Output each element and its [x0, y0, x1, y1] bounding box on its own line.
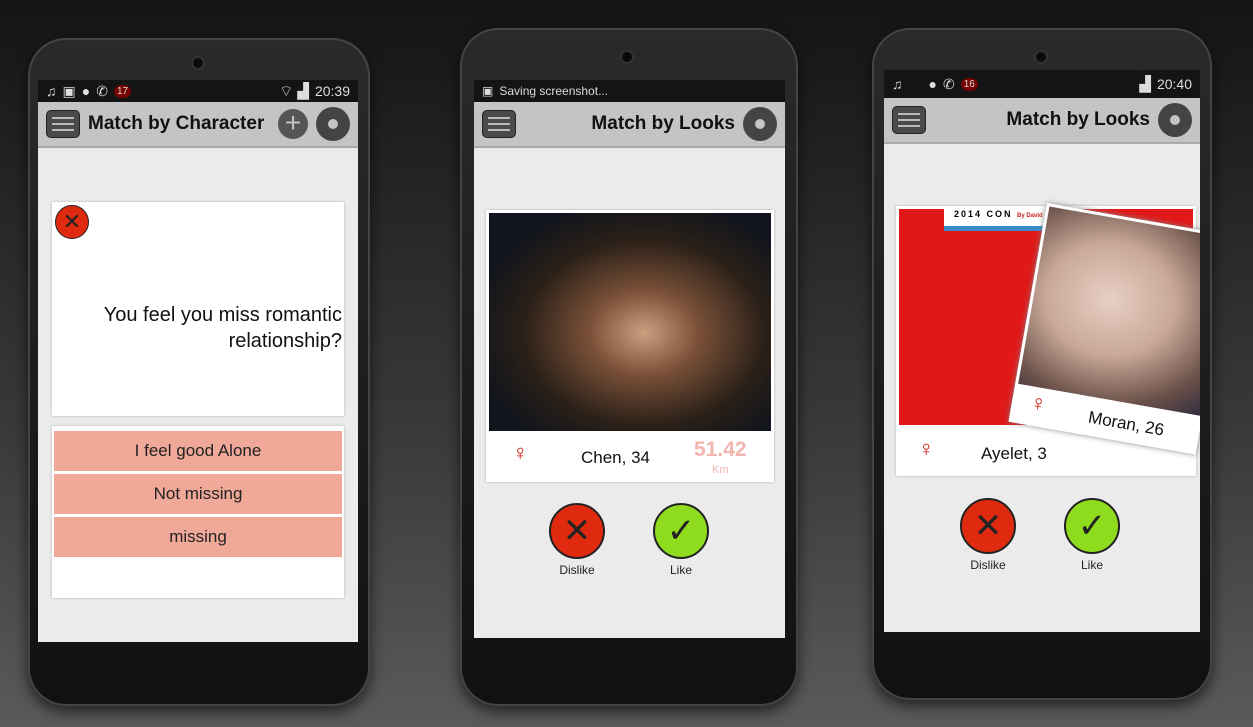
clock: 20:40 [1156, 76, 1192, 92]
distance-value: 51.42 [694, 438, 747, 461]
signal-icon: ▟ [1139, 76, 1151, 93]
profile-name: Ayelet, 3 [981, 444, 1047, 463]
like-label: Like [669, 563, 692, 577]
gear-icon[interactable] [316, 107, 350, 141]
x-icon: ✕ [960, 498, 1016, 554]
answers-card: I feel good Alone Not missing missing [52, 426, 344, 598]
female-icon: ♀ [512, 440, 529, 465]
x-icon: ✕ [549, 503, 605, 559]
camera [620, 50, 634, 64]
gear-icon[interactable] [743, 107, 777, 141]
camera [191, 56, 205, 70]
profile-photo [1018, 206, 1200, 417]
app-icon: ● [81, 83, 91, 99]
status-bar: ♫ ● ✆ 16 ▟ 20:40 [884, 70, 1200, 98]
notification-icon: ♫ [46, 83, 57, 99]
page-title: Match by Looks [1006, 109, 1150, 130]
question-card: ✕ You feel you miss romantic relationshi… [52, 202, 344, 416]
app-bar: Match by Character + [38, 102, 358, 148]
image-icon: ▣ [62, 82, 76, 99]
like-button[interactable]: ✓ Like [1064, 498, 1120, 572]
dislike-button[interactable]: ✕ Dislike [549, 503, 605, 577]
answer-button[interactable]: Not missing [54, 474, 342, 514]
app-icon: ● [928, 76, 937, 92]
gear-icon[interactable] [1158, 103, 1192, 137]
phone-3: ♫ ● ✆ 16 ▟ 20:40 Match by Looks 2014 CON B… [872, 28, 1212, 700]
screen: ♫ ▣ ● ✆ 17 ⌔ ▟ 20:39 Match by Character + ✕… [38, 80, 358, 642]
status-bar: ▣ Saving screenshot... [474, 80, 785, 102]
dislike-button[interactable]: ✕ Dislike [960, 498, 1016, 572]
notification-icon: ♫ [892, 76, 903, 92]
page-title: Match by Looks [591, 113, 735, 134]
badge: 17 [113, 84, 132, 98]
like-label: Like [1080, 558, 1103, 572]
answer-button[interactable]: I feel good Alone [54, 431, 342, 471]
menu-icon[interactable] [482, 110, 516, 138]
badge: 16 [960, 77, 978, 91]
screen: ♫ ● ✆ 16 ▟ 20:40 Match by Looks 2014 CON B… [884, 70, 1200, 632]
menu-icon[interactable] [892, 106, 926, 134]
clock: 20:39 [314, 83, 350, 99]
add-icon[interactable]: + [278, 109, 308, 139]
profile-card[interactable]: ♀ Chen, 34 51.42 Km [486, 210, 774, 482]
profile-name: Moran, 26 [1086, 407, 1166, 440]
app-bar: Match by Looks [884, 98, 1200, 144]
question-text: You feel you miss romantic relationship? [103, 304, 342, 352]
check-icon: ✓ [1064, 498, 1120, 554]
female-icon: ♀ [1028, 389, 1049, 417]
wifi-signal-icon: ⌔ ▟ [279, 82, 309, 100]
profile-photo [489, 213, 771, 431]
whatsapp-icon: ✆ [942, 75, 955, 92]
close-icon[interactable]: ✕ [55, 205, 89, 239]
check-icon: ✓ [653, 503, 709, 559]
dislike-label: Dislike [970, 558, 1006, 572]
screen: ▣ Saving screenshot... Match by Looks ♀ … [474, 80, 785, 638]
status-notice: Saving screenshot... [499, 84, 609, 98]
phone-1: ♫ ▣ ● ✆ 17 ⌔ ▟ 20:39 Match by Character + ✕… [28, 38, 370, 706]
female-icon: ♀ [918, 436, 935, 461]
whatsapp-icon: ✆ [96, 82, 108, 99]
profile-name: Chen, 34 [581, 448, 650, 467]
like-button[interactable]: ✓ Like [653, 503, 709, 577]
distance-unit: Km [712, 464, 729, 476]
banner: 2014 CON By David [944, 209, 1054, 231]
app-bar: Match by Looks [474, 102, 785, 148]
menu-icon[interactable] [46, 110, 80, 138]
image-icon: ▣ [482, 84, 494, 98]
answer-button[interactable]: missing [54, 517, 342, 557]
phone-2: ▣ Saving screenshot... Match by Looks ♀ … [460, 28, 798, 706]
camera [1034, 50, 1048, 64]
status-bar: ♫ ▣ ● ✆ 17 ⌔ ▟ 20:39 [38, 80, 358, 102]
page-title: Match by Character [88, 113, 265, 134]
dislike-label: Dislike [559, 563, 595, 577]
